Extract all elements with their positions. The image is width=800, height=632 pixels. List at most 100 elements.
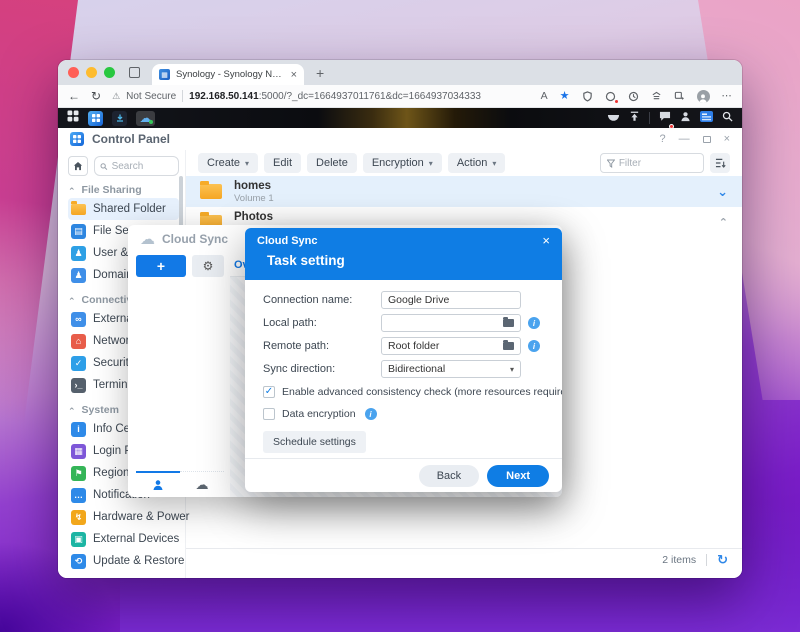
external-devices-icon: ▣: [71, 532, 86, 547]
sidebar-item-external-devices[interactable]: ▣ External Devices: [68, 528, 179, 550]
schedule-settings-button[interactable]: Schedule settings: [263, 431, 366, 453]
close-window-button[interactable]: [68, 67, 79, 78]
reload-icon[interactable]: ↻: [91, 89, 101, 103]
sidebar-item-update-restore[interactable]: ⟲Update & Restore: [68, 550, 179, 572]
minimize-window-button[interactable]: [86, 67, 97, 78]
home-button[interactable]: [68, 156, 88, 176]
task-settings-button[interactable]: ⚙: [192, 255, 224, 277]
browse-folder-icon[interactable]: [503, 342, 514, 350]
info-icon[interactable]: i: [528, 340, 540, 352]
divider: [706, 554, 707, 566]
next-button[interactable]: Next: [487, 465, 549, 487]
browser-tab[interactable]: ▦ Synology - Synology NAS ×: [152, 64, 304, 85]
search-icon[interactable]: [722, 109, 733, 127]
maximize-icon[interactable]: [703, 136, 711, 143]
url-text[interactable]: 192.168.50.141:5000/?_dc=1664937011761&d…: [189, 91, 481, 102]
delete-button[interactable]: Delete: [307, 153, 357, 173]
help-icon[interactable]: ?: [659, 133, 665, 145]
field-local-path: Local path: i: [263, 314, 544, 332]
favorites-star-icon[interactable]: ★: [560, 91, 570, 102]
connection-name-field: [381, 291, 521, 309]
tab-accounts[interactable]: [136, 471, 180, 497]
field-label: Remote path:: [263, 340, 381, 352]
read-aloud-icon[interactable]: A: [541, 91, 548, 102]
tab-actions-icon[interactable]: [129, 67, 140, 78]
profile-avatar[interactable]: [697, 90, 710, 103]
caret-down-icon: ▾: [510, 365, 514, 374]
sync-direction-select[interactable]: Bidirectional ▾: [381, 360, 521, 378]
external-access-icon: ∞: [71, 312, 86, 327]
widgets-icon[interactable]: [700, 109, 713, 127]
info-icon[interactable]: i: [528, 317, 540, 329]
sidebar-item-shared-folder[interactable]: Shared Folder: [68, 198, 179, 220]
remote-path-input[interactable]: [388, 340, 499, 352]
task-setting-dialog: Cloud Sync × Task setting Connection nam…: [245, 228, 562, 492]
checkbox-label: Data encryption: [282, 408, 356, 420]
search-input[interactable]: [112, 161, 173, 172]
sidebar-item-hardware-power[interactable]: ↯Hardware & Power: [68, 506, 179, 528]
shared-folder-toolbar: Create▾ Edit Delete Encryption▾ Action▾: [186, 150, 742, 176]
encryption-button[interactable]: Encryption▾: [363, 153, 442, 173]
caret-down-icon: ▾: [492, 159, 496, 168]
chevron-up-icon[interactable]: ⌃: [719, 216, 728, 229]
web-capture-icon[interactable]: [674, 91, 685, 102]
add-task-button[interactable]: +: [136, 255, 186, 277]
new-tab-button[interactable]: +: [316, 66, 324, 80]
item-label: External Devices: [93, 533, 179, 545]
terminal-icon: ›_: [71, 378, 86, 393]
update-restore-icon: ⟲: [71, 554, 86, 569]
dialog-body: Connection name: Local path: i Remote pa…: [245, 280, 562, 458]
cloud-sync-app-icon[interactable]: ☁: [136, 111, 155, 126]
hardware-power-icon: ↯: [71, 510, 86, 525]
notifications-icon[interactable]: [659, 109, 671, 127]
download-station-app-icon[interactable]: [112, 111, 127, 126]
back-button[interactable]: Back: [419, 465, 479, 487]
connection-name-input[interactable]: [388, 294, 514, 306]
close-icon[interactable]: ×: [542, 234, 550, 247]
history-icon[interactable]: [628, 91, 639, 102]
folder-row-homes[interactable]: homesVolume 1 ⌄: [186, 176, 742, 207]
regional-options-icon: ⚑: [71, 466, 86, 481]
sidebar-section-file-sharing[interactable]: ⌃File Sharing: [68, 182, 185, 198]
search-icon: [100, 162, 108, 171]
close-icon[interactable]: ×: [724, 133, 730, 145]
domain-icon: ♟: [71, 268, 86, 283]
settings-menu-icon[interactable]: ⋯: [722, 91, 733, 102]
filter-input[interactable]: [619, 158, 697, 169]
tab-cloud[interactable]: ☁: [180, 471, 224, 497]
view-options-button[interactable]: [710, 153, 730, 173]
chevron-down-icon[interactable]: ⌄: [717, 184, 728, 200]
window-title: Control Panel: [92, 132, 170, 146]
security-label[interactable]: Not Secure: [126, 91, 176, 102]
security-shield-icon: ✓: [71, 356, 86, 371]
selected-value: Bidirectional: [388, 363, 445, 375]
action-button[interactable]: Action▾: [448, 153, 506, 173]
refresh-icon[interactable]: ↻: [717, 552, 728, 568]
dialog-app-label: Cloud Sync: [257, 235, 550, 247]
close-tab-icon[interactable]: ×: [291, 69, 297, 81]
minimize-icon[interactable]: —: [679, 133, 690, 145]
dialog-title: Task setting: [257, 253, 550, 268]
collections-icon[interactable]: [651, 91, 662, 102]
password-shield-icon[interactable]: [582, 91, 593, 102]
edit-button[interactable]: Edit: [264, 153, 301, 173]
address-bar[interactable]: ⚠ Not Secure 192.168.50.141:5000/?_dc=16…: [112, 90, 530, 102]
back-icon[interactable]: ←: [68, 89, 80, 103]
browse-folder-icon[interactable]: [503, 319, 514, 327]
funnel-icon: [607, 159, 615, 168]
info-icon[interactable]: i: [365, 408, 377, 420]
item-label: Update & Restore: [93, 555, 184, 567]
divider: [649, 112, 650, 124]
control-panel-app-icon[interactable]: [88, 111, 103, 126]
browser-essentials-icon[interactable]: [605, 91, 616, 102]
local-path-input[interactable]: [388, 317, 499, 329]
app-launcher-icon[interactable]: [67, 109, 79, 127]
show-desktop-icon[interactable]: [607, 109, 620, 127]
checkbox-checked[interactable]: ✓: [263, 386, 275, 398]
checkbox-unchecked[interactable]: [263, 408, 275, 420]
zoom-window-button[interactable]: [104, 67, 115, 78]
task-list-tabs: ☁: [136, 471, 224, 497]
user-menu-icon[interactable]: [680, 109, 691, 127]
create-button[interactable]: Create▾: [198, 153, 258, 173]
eject-icon[interactable]: [629, 109, 640, 127]
